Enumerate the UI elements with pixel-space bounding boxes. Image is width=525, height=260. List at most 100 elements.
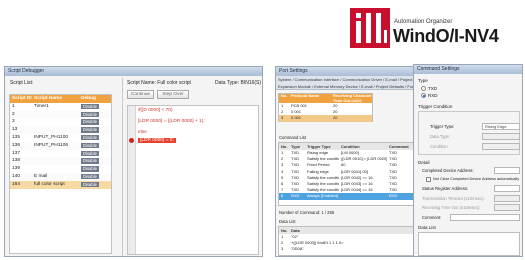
code-line-current: [LDR 0000] = 0;	[138, 138, 176, 143]
col-timeout: Receiving Character Time Out (x100 msec)	[333, 94, 372, 103]
script-name	[32, 150, 80, 158]
completed-address-input[interactable]	[494, 167, 520, 174]
command-table: No. Type Trigger Type Condition Command …	[278, 142, 416, 206]
script-row[interactable]: 3 Disable	[10, 118, 111, 126]
script-row[interactable]: 164 full color script Disable	[10, 180, 111, 189]
protocol-timeout: 20	[333, 115, 338, 121]
receiving-timeout-input[interactable]	[494, 204, 520, 211]
code-line: else	[138, 130, 147, 135]
script-row[interactable]: 135 INPUT_PH1100 Disable	[10, 134, 111, 142]
script-debugger-titlebar: Script Debugger	[5, 67, 262, 76]
tab-row-1[interactable]: System / Communication Interface / Commu…	[276, 76, 417, 83]
debug-status-badge[interactable]: Disable	[81, 173, 99, 180]
settings-tabs[interactable]: System / Communication Interface / Commu…	[276, 76, 417, 90]
cmd-data-list-table[interactable]	[418, 232, 520, 256]
debug-status-badge[interactable]: Disable	[81, 158, 99, 164]
col-script-id: Script ID	[12, 96, 32, 101]
detail-label: Detail	[418, 160, 430, 165]
command-row[interactable]: 8 RXD Always (Enabled) RXD	[279, 193, 415, 200]
script-name: full color script	[34, 181, 65, 187]
command-count-label: Number of Command: 1 / 255	[279, 210, 335, 215]
script-row[interactable]: 13 Disable	[10, 126, 111, 134]
debug-status-badge[interactable]: Disable	[81, 127, 99, 133]
logo-tagline: Automation Organizer	[394, 19, 453, 25]
status-address-label: Status Register Address:	[422, 186, 469, 191]
panel-divider[interactable]	[122, 78, 123, 256]
cmd-data-list-label: Data List	[418, 225, 436, 230]
not-clear-checkbox[interactable]	[426, 177, 431, 182]
debug-status-badge[interactable]: Disable	[81, 134, 99, 141]
debug-status-badge[interactable]: Disable	[81, 181, 99, 188]
transmission-timeout-input[interactable]	[494, 195, 520, 202]
debug-status-badge[interactable]: Disable	[81, 142, 99, 149]
command-list-label: Command List	[279, 135, 306, 140]
debug-status-badge[interactable]: Disable	[81, 119, 99, 125]
col-data: Data	[291, 228, 300, 233]
script-name	[32, 165, 80, 173]
script-id: 13	[12, 127, 18, 133]
txd-radio[interactable]	[421, 86, 426, 91]
status-address-input[interactable]	[494, 185, 520, 192]
data-type-select[interactable]	[482, 133, 520, 140]
debug-status-badge[interactable]: Disable	[81, 166, 99, 172]
continue-button[interactable]: Continue	[127, 90, 154, 99]
not-clear-label: Not Clear Completed Device Address autom…	[433, 177, 520, 181]
script-code-view[interactable]: if([D 0000] < 70) [LDR 0000] = ([LDR 000…	[127, 105, 259, 255]
script-list-label: Script List:	[10, 80, 34, 86]
script-debugger-window: Script Debugger Script List: Script Name…	[4, 66, 263, 257]
col-debug: Debug	[81, 96, 96, 101]
debug-status-badge[interactable]: Disable	[81, 103, 99, 110]
rxd-radio[interactable]	[421, 93, 426, 98]
debug-cell: Disable	[80, 165, 111, 173]
script-row[interactable]: 139 Disable	[10, 165, 111, 173]
debug-status-badge[interactable]: Disable	[81, 111, 99, 118]
debug-cell: Disable	[80, 126, 111, 134]
condition-input[interactable]	[482, 143, 520, 150]
script-id: 139	[12, 166, 21, 172]
script-row[interactable]: 136 INPUT_PH1106 Disable	[10, 141, 111, 150]
script-id: 1	[12, 103, 15, 109]
protocol-name: 0 001	[291, 115, 302, 121]
code-line: if([D 0000] < 70)	[138, 108, 173, 113]
debug-cell: Disable	[80, 111, 111, 119]
debug-status-badge[interactable]: Disable	[81, 150, 99, 157]
command-type: RXD	[291, 193, 300, 199]
data-type-label: Data Type:	[430, 134, 451, 139]
script-id: 135	[12, 134, 21, 140]
script-name	[32, 157, 80, 165]
script-list-header: Script ID Script Name Debug	[10, 95, 111, 103]
breakpoint-icon[interactable]	[129, 138, 134, 143]
comment-input[interactable]	[450, 214, 520, 221]
command-settings-titlebar: Command Settings	[414, 65, 522, 74]
trigger-type-select[interactable]: Rising Edge	[482, 123, 520, 130]
col-protocol-name: Protocol Name	[291, 94, 320, 98]
data-row[interactable]: 3 "0D0A"	[279, 246, 415, 252]
debug-cell: Disable	[80, 173, 111, 181]
type-label: Type	[418, 78, 428, 83]
script-id: 137	[12, 150, 21, 156]
script-row[interactable]: 140 E mail Disable	[10, 172, 111, 181]
protocol-row[interactable]: 3 0 001 20	[279, 115, 372, 122]
command-trigger: Always (Enabled)	[307, 193, 339, 199]
breakpoint-gutter[interactable]	[128, 106, 136, 254]
data-header: No. Data	[279, 227, 415, 234]
step-over-button[interactable]: Step Over	[157, 90, 189, 99]
script-name	[32, 118, 80, 126]
data-type-label: Data Type: BIN16(S)	[215, 80, 262, 86]
col-trigger: Trigger Type	[307, 144, 331, 149]
transmission-timeout-label: Transmission Timeout (x10msec):	[422, 196, 485, 201]
condition-label: Condition	[430, 144, 448, 149]
debug-cell: Disable	[80, 142, 111, 150]
debug-cell: Disable	[80, 134, 111, 142]
logo-product-name: WindO/I-NV4	[393, 26, 499, 46]
script-row[interactable]: 137 Disable	[10, 150, 111, 158]
script-row[interactable]: 138 Disable	[10, 157, 111, 166]
script-row[interactable]: 1 Timer1 Disable	[10, 103, 111, 111]
protocol-no: 3	[281, 115, 284, 121]
data-table: No. Data 1 "02" 2 +([LDR 0000]) 6ndEt 1 1 1…	[278, 226, 416, 256]
tab-row-2[interactable]: Expansion Module / External Memory Devic…	[276, 83, 417, 90]
script-row[interactable]: 2 Disable	[10, 110, 111, 119]
trigger-type-label: Trigger Type:	[430, 124, 455, 129]
script-name	[32, 126, 80, 134]
protocol-table: No. Protocol Name Receiving Character Ti…	[278, 93, 373, 122]
